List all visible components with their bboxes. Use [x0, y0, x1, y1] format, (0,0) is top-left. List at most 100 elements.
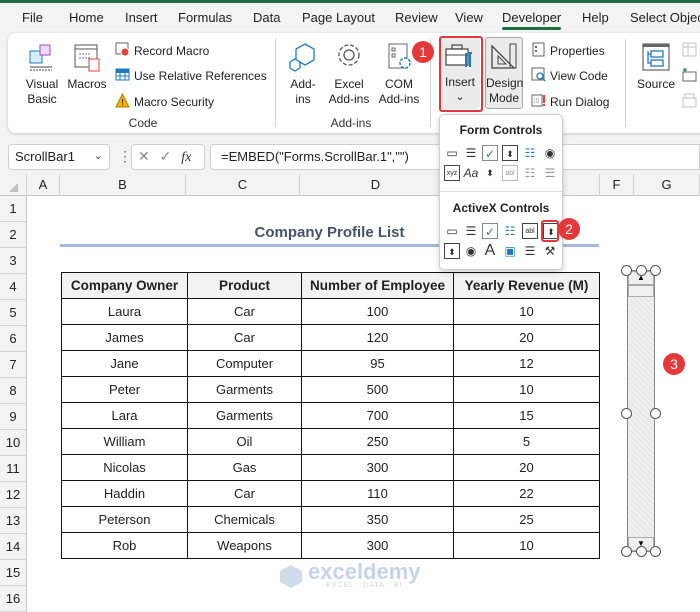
form-group-box-icon[interactable]: xyz [444, 165, 460, 181]
cell-product[interactable]: Car [187, 480, 302, 507]
cell-number-of-employee[interactable]: 500 [301, 376, 454, 403]
tab-insert[interactable]: Insert [125, 10, 158, 25]
tab-formulas[interactable]: Formulas [178, 10, 232, 25]
row-header-6[interactable]: 6 [0, 326, 27, 352]
export-button[interactable] [682, 93, 697, 111]
tab-help[interactable]: Help [582, 10, 609, 25]
column-header-c[interactable]: C [186, 174, 300, 196]
column-header-g[interactable]: G [634, 174, 700, 196]
cell-product[interactable]: Gas [187, 454, 302, 481]
cell-product[interactable]: Weapons [187, 532, 302, 559]
resize-handle-left[interactable] [621, 408, 632, 419]
cell-product[interactable]: Oil [187, 428, 302, 455]
cell-number-of-employee[interactable]: 95 [301, 350, 454, 377]
cell-company-owner[interactable]: James [61, 324, 188, 351]
tab-page-layout[interactable]: Page Layout [302, 10, 375, 25]
column-header-f[interactable]: F [600, 174, 634, 196]
tab-select-objects[interactable]: Select Objec [630, 10, 700, 25]
resize-handle-top[interactable] [636, 265, 647, 276]
import-button[interactable] [682, 67, 697, 85]
row-header-10[interactable]: 10 [0, 430, 27, 456]
view-code-button[interactable]: View Code [531, 67, 608, 85]
resize-handle-bottom[interactable] [636, 546, 647, 557]
form-combo-box-icon[interactable]: ☰ [463, 145, 479, 161]
tab-developer[interactable]: Developer [502, 10, 562, 30]
select-all-button[interactable] [0, 174, 27, 196]
column-header-a[interactable]: A [27, 174, 60, 196]
cell-company-owner[interactable]: William [61, 428, 188, 455]
activex-list-box-icon[interactable]: ☷ [502, 223, 518, 239]
cell-yearly-revenue[interactable]: 12 [453, 350, 600, 377]
form-text-field-icon[interactable]: abl [502, 165, 518, 181]
cell-yearly-revenue[interactable]: 10 [453, 532, 600, 559]
form-spin-button-icon[interactable]: ⬍ [502, 145, 518, 161]
run-dialog-button[interactable]: Run Dialog [531, 93, 609, 111]
cell-product[interactable]: Garments [187, 402, 302, 429]
cell-company-owner[interactable]: Peter [61, 376, 188, 403]
form-combo-dropdown-edit-icon[interactable]: ☰ [542, 165, 558, 181]
cell-number-of-employee[interactable]: 350 [301, 506, 454, 533]
excel-add-ins-button[interactable]: Excel Add-ins [326, 41, 372, 107]
macros-button[interactable]: Macros [66, 41, 108, 92]
cell-number-of-employee[interactable]: 250 [301, 428, 454, 455]
activex-label-icon[interactable]: A [482, 243, 498, 259]
add-ins-button[interactable]: Add- ins [286, 41, 320, 107]
row-header-3[interactable]: 3 [0, 248, 27, 274]
cell-number-of-employee[interactable]: 300 [301, 532, 454, 559]
scroll-thumb[interactable] [628, 285, 654, 297]
cell-number-of-employee[interactable]: 100 [301, 298, 454, 325]
tab-data[interactable]: Data [253, 10, 280, 25]
tab-view[interactable]: View [455, 10, 483, 25]
tab-review[interactable]: Review [395, 10, 438, 25]
cell-company-owner[interactable]: Jane [61, 350, 188, 377]
activex-option-button-icon[interactable]: ◉ [463, 243, 479, 259]
row-header-2[interactable]: 2 [0, 222, 27, 248]
resize-handle-bottom-right[interactable] [650, 546, 661, 557]
visual-basic-button[interactable]: Visual Basic [22, 41, 62, 107]
cell-yearly-revenue[interactable]: 5 [453, 428, 600, 455]
insert-function-icon[interactable]: fx [181, 150, 191, 165]
tab-file[interactable]: File [22, 10, 43, 25]
form-label-icon[interactable]: Aa [463, 165, 479, 181]
row-header-13[interactable]: 13 [0, 508, 27, 534]
cell-number-of-employee[interactable]: 110 [301, 480, 454, 507]
enter-icon[interactable]: ✓ [160, 148, 172, 164]
cell-product[interactable]: Car [187, 298, 302, 325]
source-button[interactable]: Source [634, 41, 678, 92]
row-header-4[interactable]: 4 [0, 274, 27, 300]
cell-yearly-revenue[interactable]: 20 [453, 324, 600, 351]
cancel-icon[interactable]: ✕ [138, 148, 150, 164]
more-options-icon[interactable]: ⋮ [118, 148, 132, 165]
row-header-8[interactable]: 8 [0, 378, 27, 404]
record-macro-button[interactable]: Record Macro [115, 42, 209, 60]
cell-number-of-employee[interactable]: 300 [301, 454, 454, 481]
cell-number-of-employee[interactable]: 700 [301, 402, 454, 429]
cell-company-owner[interactable]: Peterson [61, 506, 188, 533]
row-header-14[interactable]: 14 [0, 534, 27, 560]
row-header-16[interactable]: 16 [0, 586, 27, 612]
row-header-15[interactable]: 15 [0, 560, 27, 586]
map-properties-button[interactable] [682, 42, 697, 60]
cell-yearly-revenue[interactable]: 15 [453, 402, 600, 429]
cell-number-of-employee[interactable]: 120 [301, 324, 454, 351]
header-number-of-employee[interactable]: Number of Employee [301, 272, 454, 299]
activex-combo-box-icon[interactable]: ☰ [463, 223, 479, 239]
activex-image-icon[interactable]: ▣ [502, 243, 518, 259]
cell-yearly-revenue[interactable]: 10 [453, 298, 600, 325]
row-header-11[interactable]: 11 [0, 456, 27, 482]
resize-handle-top-left[interactable] [621, 265, 632, 276]
activex-toggle-button-icon[interactable]: ☰ [522, 243, 538, 259]
header-company-owner[interactable]: Company Owner [61, 272, 188, 299]
resize-handle-bottom-left[interactable] [621, 546, 632, 557]
activex-more-controls-icon[interactable]: ⚒ [542, 243, 558, 259]
name-box[interactable]: ScrollBar1 ⌄ [8, 144, 110, 170]
properties-button[interactable]: Properties [531, 42, 605, 60]
activex-text-box-icon[interactable]: abl [522, 223, 538, 239]
cell-yearly-revenue[interactable]: 20 [453, 454, 600, 481]
form-combo-list-edit-icon[interactable]: ☷ [522, 165, 538, 181]
tab-home[interactable]: Home [69, 10, 104, 25]
cell-company-owner[interactable]: Haddin [61, 480, 188, 507]
row-header-7[interactable]: 7 [0, 352, 27, 378]
cell-product[interactable]: Computer [187, 350, 302, 377]
macro-security-button[interactable]: ! Macro Security [115, 92, 214, 111]
